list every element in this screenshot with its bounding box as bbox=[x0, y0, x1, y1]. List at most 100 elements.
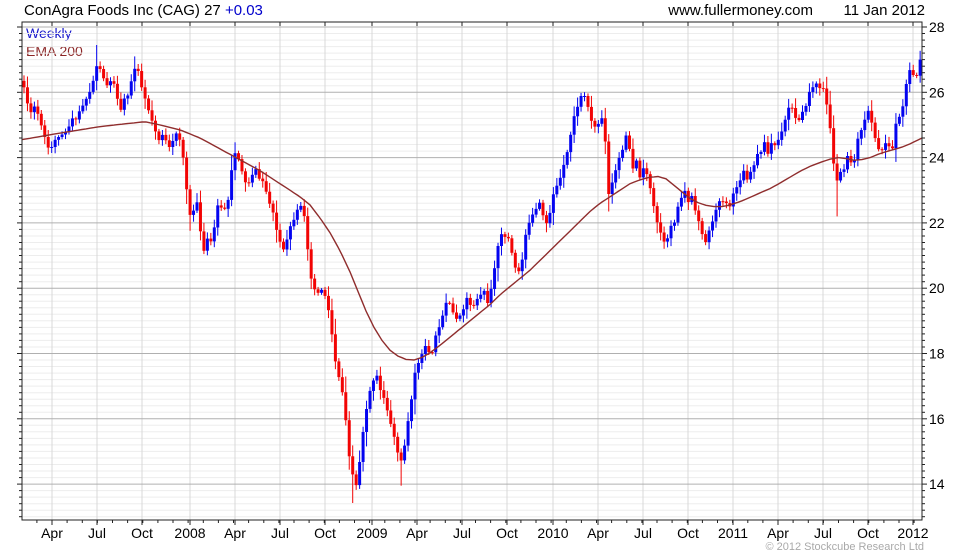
candle bbox=[95, 45, 99, 91]
candle bbox=[711, 215, 715, 238]
candle bbox=[181, 137, 185, 166]
candle bbox=[70, 110, 74, 132]
candle-body bbox=[140, 71, 144, 88]
candle bbox=[624, 131, 628, 153]
candle bbox=[551, 187, 555, 225]
candle bbox=[25, 76, 29, 112]
candle-body bbox=[645, 168, 649, 175]
candle-body bbox=[468, 297, 472, 305]
candle-body bbox=[586, 96, 590, 107]
candle bbox=[77, 105, 81, 124]
candle bbox=[368, 386, 372, 413]
candle-body bbox=[392, 423, 396, 437]
candle-body bbox=[887, 143, 891, 147]
candle-body bbox=[707, 230, 711, 243]
candle bbox=[679, 192, 683, 211]
candle bbox=[323, 286, 327, 300]
candle bbox=[641, 159, 645, 186]
candle bbox=[856, 132, 860, 167]
candle-body bbox=[112, 81, 116, 84]
candle-body bbox=[894, 123, 898, 149]
candle-body bbox=[91, 80, 95, 92]
candle-body bbox=[36, 106, 40, 114]
y-axis-label: 14 bbox=[929, 476, 945, 492]
candle-body bbox=[330, 310, 334, 335]
candle bbox=[375, 369, 379, 384]
candle-body bbox=[493, 268, 497, 289]
candle-body bbox=[482, 290, 486, 295]
candle bbox=[36, 99, 40, 121]
axis-ticks bbox=[17, 22, 927, 525]
candle-body bbox=[147, 98, 151, 111]
candle-body bbox=[444, 302, 448, 316]
candle-body bbox=[95, 66, 99, 81]
candle-body bbox=[787, 107, 791, 120]
candle-body bbox=[205, 238, 209, 251]
candle-body bbox=[403, 445, 407, 461]
candle-body bbox=[631, 148, 635, 169]
candle bbox=[212, 219, 216, 248]
candle-body bbox=[109, 81, 112, 86]
candle-body bbox=[389, 410, 393, 424]
candle-body bbox=[160, 134, 164, 141]
candle-body bbox=[672, 222, 676, 226]
candle-body bbox=[219, 205, 223, 208]
candle bbox=[745, 164, 749, 183]
candle-body bbox=[711, 221, 715, 231]
candle bbox=[233, 142, 237, 181]
x-axis-label: Oct bbox=[314, 525, 336, 541]
candle-body bbox=[306, 216, 310, 250]
candle bbox=[140, 63, 144, 91]
candle-body bbox=[513, 252, 517, 268]
candle bbox=[119, 92, 123, 113]
candle bbox=[351, 445, 355, 503]
candle-body bbox=[870, 110, 874, 123]
candle bbox=[278, 223, 282, 248]
candle bbox=[382, 381, 386, 404]
candle-body bbox=[416, 363, 420, 373]
x-axis-label: Apr bbox=[41, 525, 63, 541]
x-axis-label: Apr bbox=[587, 525, 609, 541]
candle bbox=[354, 470, 358, 490]
candle-body bbox=[638, 160, 642, 178]
candle-body bbox=[818, 83, 822, 89]
candle-body bbox=[427, 346, 431, 353]
candle-body bbox=[621, 149, 625, 158]
candle-body bbox=[60, 134, 64, 137]
candle bbox=[455, 304, 458, 323]
candle-body bbox=[524, 234, 528, 260]
candle-body bbox=[901, 106, 905, 117]
candle-body bbox=[544, 215, 548, 224]
candle bbox=[908, 62, 912, 93]
candle bbox=[486, 283, 490, 308]
candle bbox=[392, 417, 396, 445]
candle-body bbox=[382, 390, 386, 398]
candle-body bbox=[655, 206, 659, 223]
candle bbox=[202, 222, 206, 255]
candle-body bbox=[195, 202, 199, 211]
candle-body bbox=[472, 304, 476, 306]
candle-body bbox=[835, 163, 839, 181]
candle-body bbox=[275, 212, 279, 230]
candle-body bbox=[192, 210, 196, 215]
x-axis-label: Jul bbox=[271, 525, 289, 541]
candle-body bbox=[198, 202, 202, 232]
candle bbox=[468, 293, 472, 312]
candle-body bbox=[558, 177, 562, 186]
candle bbox=[268, 182, 272, 208]
candle-body bbox=[385, 397, 389, 411]
candle bbox=[607, 134, 611, 212]
x-axis-label: 2012 bbox=[897, 525, 928, 541]
candle-body bbox=[856, 138, 860, 160]
candle bbox=[852, 154, 856, 168]
candle bbox=[866, 105, 870, 123]
candle bbox=[22, 75, 26, 94]
candle-body bbox=[859, 130, 863, 139]
candle-body bbox=[143, 87, 147, 99]
candle bbox=[330, 298, 334, 343]
candle-body bbox=[209, 238, 213, 242]
candle bbox=[129, 74, 133, 99]
candle-body bbox=[562, 164, 566, 178]
candle bbox=[482, 288, 486, 301]
candle bbox=[638, 157, 642, 181]
